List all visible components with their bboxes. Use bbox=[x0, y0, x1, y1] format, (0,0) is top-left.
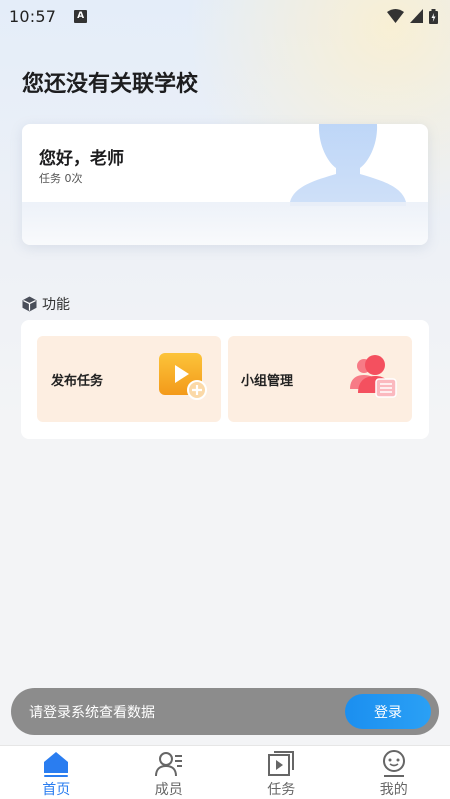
nav-label-profile: 我的 bbox=[379, 782, 408, 798]
status-bar: 10:57 A bbox=[0, 0, 450, 32]
group-management-label: 小组管理 bbox=[241, 373, 294, 389]
card-fade bbox=[22, 202, 428, 245]
publish-task-tile[interactable]: 发布任务 bbox=[37, 336, 221, 422]
page-title: 您还没有关联学校 bbox=[22, 72, 199, 97]
nav-label-home: 首页 bbox=[42, 782, 71, 798]
features-section-header: 功能 bbox=[22, 294, 70, 314]
nav-item-profile[interactable]: 我的 bbox=[338, 746, 450, 799]
nav-label-members: 成员 bbox=[154, 782, 183, 798]
task-icon bbox=[268, 750, 295, 776]
status-time: 10:57 bbox=[9, 6, 57, 26]
nav-item-task[interactable]: 任务 bbox=[225, 746, 338, 799]
cube-icon bbox=[22, 296, 37, 312]
login-prompt-bar: 请登录系统查看数据 登录 bbox=[11, 688, 439, 735]
nav-label-task: 任务 bbox=[267, 782, 296, 798]
publish-task-label: 发布任务 bbox=[51, 373, 104, 389]
avatar-silhouette-icon bbox=[290, 124, 406, 206]
status-indicators bbox=[387, 8, 438, 24]
wifi-icon bbox=[387, 9, 404, 23]
nav-item-home[interactable]: 首页 bbox=[0, 746, 113, 799]
group-manage-icon bbox=[350, 355, 397, 398]
login-prompt-text: 请登录系统查看数据 bbox=[29, 704, 155, 721]
task-count: 任务 0次 bbox=[39, 172, 83, 185]
home-icon bbox=[44, 751, 69, 777]
video-add-icon bbox=[159, 353, 207, 400]
greeting-text: 您好，老师 bbox=[39, 149, 124, 169]
login-button[interactable]: 登录 bbox=[345, 694, 431, 729]
features-panel: 发布任务 小组管理 bbox=[21, 320, 429, 439]
notification-icon: A bbox=[74, 9, 88, 23]
features-section-title: 功能 bbox=[42, 297, 70, 313]
profile-icon bbox=[382, 749, 405, 777]
group-management-tile[interactable]: 小组管理 bbox=[228, 336, 412, 422]
members-icon bbox=[154, 751, 182, 776]
bottom-navigation: 首页 成员 任务 我的 bbox=[0, 745, 450, 799]
teacher-card[interactable]: 您好，老师 任务 0次 bbox=[22, 124, 428, 245]
battery-icon bbox=[429, 8, 438, 24]
signal-icon bbox=[410, 9, 423, 23]
nav-item-members[interactable]: 成员 bbox=[113, 746, 226, 799]
